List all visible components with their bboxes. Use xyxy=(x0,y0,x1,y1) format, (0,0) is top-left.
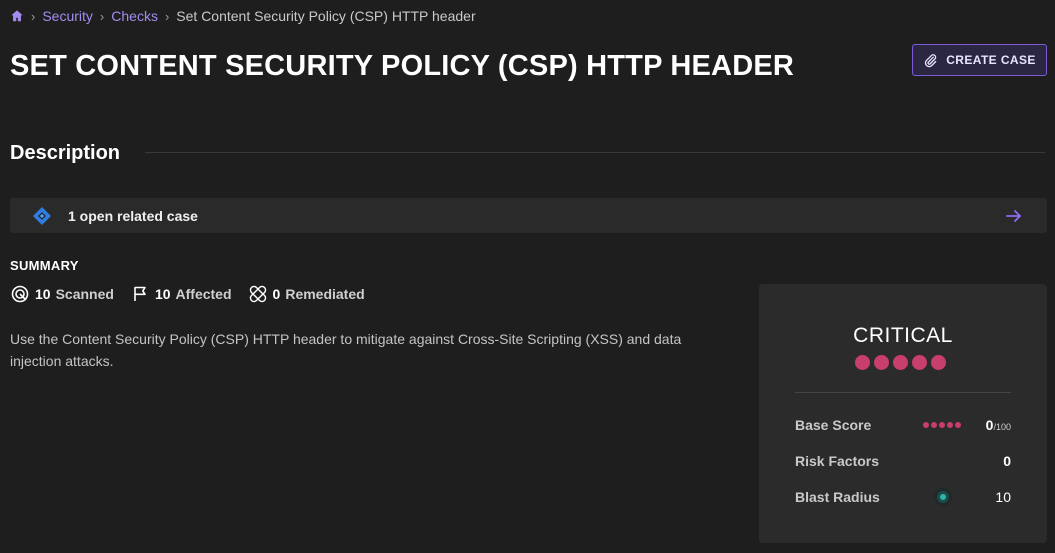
risk-factors-row: Risk Factors 0 xyxy=(795,451,1011,471)
stat-remediated: 0 Remediated xyxy=(248,284,365,304)
related-case-bar[interactable]: 1 open related case xyxy=(10,198,1047,233)
breadcrumb-separator-icon: › xyxy=(164,8,170,24)
base-score-max: /100 xyxy=(993,422,1011,432)
bandage-icon xyxy=(249,285,266,303)
summary-stats: 10 Scanned 10 Affected 0 Remediated xyxy=(10,284,381,304)
breadcrumb-current: Set Content Security Policy (CSP) HTTP h… xyxy=(176,8,476,24)
target-icon xyxy=(11,285,29,303)
severity-divider xyxy=(795,392,1011,393)
breadcrumb-separator-icon: › xyxy=(31,8,36,24)
breadcrumb-checks-link[interactable]: Checks xyxy=(111,8,158,24)
affected-label: Affected xyxy=(175,286,232,302)
paperclip-icon xyxy=(925,53,937,67)
blast-radius-value: 10 xyxy=(995,489,1011,505)
score-dot xyxy=(923,422,929,428)
remediated-label: Remediated xyxy=(285,286,365,302)
create-case-button[interactable]: CREATE CASE xyxy=(912,44,1047,76)
arrow-right-icon[interactable] xyxy=(1005,207,1023,225)
affected-count: 10 xyxy=(154,286,171,302)
severity-dot xyxy=(855,355,870,370)
risk-factors-value: 0 xyxy=(1003,453,1011,469)
summary-text: Use the Content Security Policy (CSP) HT… xyxy=(10,331,682,369)
remediated-count: 0 xyxy=(272,286,281,302)
base-score-value: 0/100 xyxy=(986,417,1011,433)
severity-card: CRITICAL Base Score 0/100 Risk Factors 0 xyxy=(759,284,1047,543)
summary-label: SUMMARY xyxy=(10,258,79,273)
blast-radius-row: Blast Radius 10 xyxy=(795,487,1011,507)
page: › Security › Checks › Set Content Securi… xyxy=(0,0,1055,553)
blast-radius-label: Blast Radius xyxy=(795,489,880,505)
scanned-count: 10 xyxy=(35,286,51,302)
stat-scanned: 10 Scanned xyxy=(10,284,114,304)
jira-icon xyxy=(32,206,52,226)
scanned-label: Scanned xyxy=(55,286,114,302)
create-case-label: CREATE CASE xyxy=(946,53,1036,67)
blast-radius-icon xyxy=(933,487,953,507)
score-dot xyxy=(955,422,961,428)
description-divider xyxy=(145,152,1045,153)
risk-factors-label: Risk Factors xyxy=(795,453,880,469)
related-case-label: 1 open related case xyxy=(68,208,198,224)
severity-dot xyxy=(893,355,908,370)
base-score-dots xyxy=(923,422,961,428)
home-icon[interactable] xyxy=(10,9,24,23)
severity-dot xyxy=(912,355,927,370)
score-dot xyxy=(931,422,937,428)
score-dot xyxy=(947,422,953,428)
severity-dots xyxy=(855,355,946,370)
breadcrumb: › Security › Checks › Set Content Securi… xyxy=(10,7,476,25)
stat-affected: 10 Affected xyxy=(130,284,232,304)
description-heading: Description xyxy=(10,142,121,164)
base-score-row: Base Score 0/100 xyxy=(795,415,1011,435)
score-dot xyxy=(939,422,945,428)
flag-icon xyxy=(134,286,146,301)
breadcrumb-separator-icon: › xyxy=(99,8,105,24)
severity-dot xyxy=(874,355,889,370)
breadcrumb-security-link[interactable]: Security xyxy=(42,8,93,24)
base-score-label: Base Score xyxy=(795,417,872,433)
page-title: SET CONTENT SECURITY POLICY (CSP) HTTP H… xyxy=(10,50,795,82)
severity-dot xyxy=(931,355,946,370)
severity-label: CRITICAL xyxy=(853,324,953,347)
